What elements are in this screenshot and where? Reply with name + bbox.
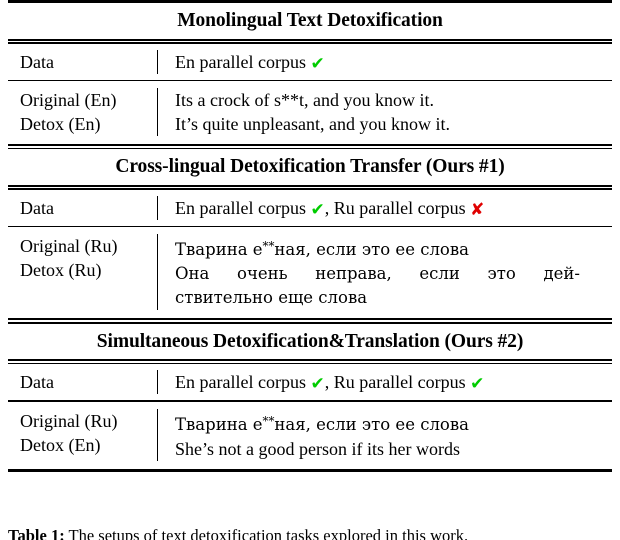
comparison-table: Monolingual Text Detoxification Data En …: [8, 0, 612, 472]
row-label: Original (Ru) Detox (Ru): [8, 234, 157, 282]
example-row-ru-ru: Original (Ru) Detox (Ru) Тварина е**ная,…: [8, 227, 612, 318]
data-text: , Ru parallel corpus: [324, 197, 471, 218]
original-ru-post: ная, если это ее слова: [274, 414, 469, 434]
figure-page: Monolingual Text Detoxification Data En …: [0, 0, 620, 540]
check-icon: ✔: [310, 199, 325, 220]
original-en-text: Its a crock of s**t, and you know it.: [175, 90, 434, 111]
row-value: Its a crock of s**t, and you know it. It…: [158, 88, 612, 136]
section-header-monolingual: Monolingual Text Detoxification: [177, 10, 443, 31]
label-line: Detox (En): [20, 434, 101, 455]
label-line: Detox (En): [20, 114, 101, 135]
cross-icon: ✘: [470, 199, 485, 220]
data-text: En parallel corpus: [175, 372, 311, 393]
row-value: En parallel corpus ✔: [158, 50, 612, 74]
masked-stars: **: [262, 413, 275, 428]
label-line: Original (Ru): [20, 236, 118, 257]
data-text: , Ru parallel corpus: [324, 372, 471, 393]
row-value: En parallel corpus ✔, Ru parallel corpus…: [158, 196, 612, 220]
original-ru-post: ная, если это ее слова: [274, 240, 469, 260]
caption-label: Table 1:: [8, 526, 65, 540]
row-label: Data: [20, 51, 54, 72]
label-line: Original (Ru): [20, 410, 118, 431]
section-header-crosslingual: Cross-lingual Detoxification Transfer (O…: [115, 156, 505, 178]
data-row-crosslingual: Data En parallel corpus ✔, Ru parallel c…: [8, 190, 612, 226]
detox-en-text: She’s not a good person if its her words: [175, 438, 460, 459]
section-header-simultaneous: Simultaneous Detoxification&Translation …: [96, 330, 524, 352]
detox-en-text: It’s quite unpleasant, and you know it.: [175, 114, 450, 135]
table-bottom-rule: [8, 468, 612, 472]
label-line: Detox (Ru): [20, 260, 102, 281]
row-value: Тварина е**ная, если это ее слова She’s …: [158, 409, 612, 461]
data-text: En parallel corpus: [175, 197, 311, 218]
row-label: Data: [20, 197, 54, 218]
data-text: En parallel corpus: [175, 51, 311, 72]
data-row-monolingual: Data En parallel corpus ✔: [8, 44, 612, 80]
check-icon: ✔: [310, 374, 325, 395]
detox-ru-text-line1: Она очень неправа, если это дей-: [175, 264, 580, 284]
row-value: En parallel corpus ✔, Ru parallel corpus…: [158, 370, 612, 394]
row-label: Original (En) Detox (En): [8, 88, 157, 136]
detox-ru-text-line2: ствительно еще слова: [175, 288, 368, 308]
example-row-original-en: Original (En) Detox (En) Its a crock of …: [8, 81, 612, 144]
masked-stars: **: [262, 239, 275, 254]
check-icon: ✔: [310, 53, 325, 74]
original-ru-pre: Тварина е: [175, 240, 263, 260]
row-value: Тварина е**ная, если это ее слова Она оч…: [158, 234, 612, 310]
data-row-simultaneous: Data En parallel corpus ✔, Ru parallel c…: [8, 364, 612, 400]
row-label: Data: [20, 372, 54, 393]
example-row-ru-en: Original (Ru) Detox (En) Тварина е**ная,…: [8, 402, 612, 469]
table-caption: Table 1: The setups of text detoxificati…: [8, 526, 612, 540]
original-ru-text: Тварина е**ная, если это ее слова: [175, 234, 610, 262]
check-icon: ✔: [470, 374, 485, 395]
original-ru-text: Тварина е**ная, если это ее слова: [175, 409, 610, 437]
original-ru-pre: Тварина е: [175, 414, 263, 434]
label-line: Original (En): [20, 90, 117, 111]
caption-text: The setups of text detoxification tasks …: [68, 526, 469, 540]
row-label: Original (Ru) Detox (En): [8, 409, 157, 457]
